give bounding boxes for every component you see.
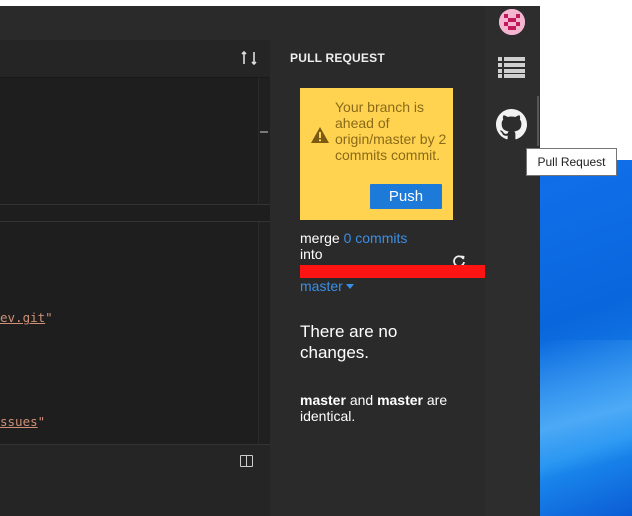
branch-b: master bbox=[377, 392, 423, 408]
and-word: and bbox=[349, 392, 374, 408]
editor-bottom-bar bbox=[0, 444, 270, 516]
branch-a: master bbox=[300, 392, 346, 408]
warning-icon bbox=[310, 126, 330, 144]
commits-link[interactable]: 0 commits bbox=[344, 230, 408, 246]
code-string-1: ev.git bbox=[0, 310, 46, 325]
editor-tab-bar bbox=[0, 6, 485, 40]
desktop-light-streak bbox=[540, 340, 632, 516]
avatar[interactable] bbox=[499, 9, 525, 35]
branches-identical-message: master and master are identical. bbox=[300, 392, 465, 424]
editor-pane-bottom[interactable]: ev.git" ssues" bbox=[0, 222, 258, 444]
into-label: into bbox=[300, 246, 323, 262]
panel-title: PULL REQUEST bbox=[290, 51, 385, 65]
list-icon[interactable] bbox=[498, 57, 525, 78]
code-line: ssues" bbox=[0, 414, 46, 429]
editor-header bbox=[0, 40, 270, 78]
push-button[interactable]: Push bbox=[370, 184, 442, 209]
editor-divider bbox=[0, 204, 270, 222]
target-branch-dropdown[interactable]: master bbox=[300, 278, 354, 294]
branch-ahead-alert: Your branch is ahead of origin/master by… bbox=[300, 88, 453, 220]
code-line: ev.git" bbox=[0, 310, 53, 325]
alert-message: Your branch is ahead of origin/master by… bbox=[335, 99, 447, 163]
no-changes-message: There are no changes. bbox=[300, 322, 398, 362]
target-branch-label: master bbox=[300, 278, 343, 294]
split-editor-icon[interactable] bbox=[240, 455, 253, 467]
scrollbar-thumb[interactable] bbox=[260, 131, 268, 133]
desktop-top-area bbox=[540, 0, 632, 160]
sidebar-edge bbox=[537, 96, 539, 146]
activity-sidebar bbox=[485, 6, 540, 516]
merge-label: merge bbox=[300, 230, 340, 246]
pull-request-tooltip: Pull Request bbox=[526, 148, 617, 176]
code-string-2: ssues bbox=[0, 414, 38, 429]
redaction-bar bbox=[300, 265, 485, 278]
editor-pane-top[interactable] bbox=[0, 78, 258, 204]
chevron-down-icon bbox=[345, 284, 354, 289]
pull-request-toggle-icon[interactable] bbox=[240, 49, 258, 67]
merge-line: merge 0 commits bbox=[300, 230, 407, 246]
github-icon[interactable] bbox=[496, 109, 527, 140]
